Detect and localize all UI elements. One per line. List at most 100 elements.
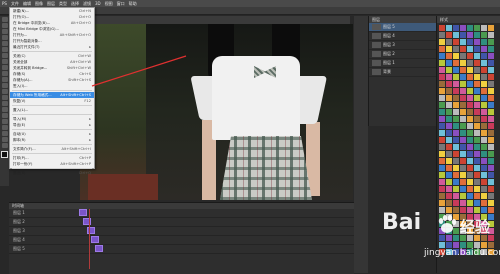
- style-swatch[interactable]: [453, 39, 459, 45]
- style-swatch[interactable]: [488, 60, 494, 66]
- tool-icon[interactable]: [1, 83, 8, 88]
- style-swatch[interactable]: [481, 151, 487, 157]
- layer-row[interactable]: 背景: [369, 68, 437, 77]
- menubar-item[interactable]: 帮助: [127, 0, 139, 7]
- layer-row[interactable]: 图层 3: [369, 41, 437, 50]
- style-swatch[interactable]: [446, 123, 452, 129]
- tool-icon[interactable]: [1, 95, 8, 100]
- tool-icon[interactable]: [1, 125, 8, 130]
- style-swatch[interactable]: [460, 130, 466, 136]
- style-swatch[interactable]: [453, 67, 459, 73]
- tool-icon[interactable]: [1, 35, 8, 40]
- style-swatch[interactable]: [488, 130, 494, 136]
- tool-icon[interactable]: [1, 47, 8, 52]
- style-swatch[interactable]: [488, 165, 494, 171]
- style-swatch[interactable]: [481, 32, 487, 38]
- style-swatch[interactable]: [460, 95, 466, 101]
- style-swatch[interactable]: [453, 144, 459, 150]
- menu-item[interactable]: 签入(I)...: [10, 83, 94, 89]
- menu-item[interactable]: 置入(L)...: [10, 107, 94, 113]
- style-swatch[interactable]: [460, 60, 466, 66]
- tool-icon[interactable]: [1, 77, 8, 82]
- style-swatch[interactable]: [439, 109, 445, 115]
- style-swatch[interactable]: [488, 200, 494, 206]
- style-swatch[interactable]: [481, 137, 487, 143]
- style-swatch[interactable]: [439, 25, 445, 31]
- style-swatch[interactable]: [446, 67, 452, 73]
- style-swatch[interactable]: [488, 102, 494, 108]
- style-swatch[interactable]: [467, 53, 473, 59]
- tool-icon[interactable]: [1, 41, 8, 46]
- style-swatch[interactable]: [467, 67, 473, 73]
- style-swatch[interactable]: [467, 179, 473, 185]
- style-swatch[interactable]: [488, 144, 494, 150]
- style-swatch[interactable]: [467, 193, 473, 199]
- style-swatch[interactable]: [481, 165, 487, 171]
- style-swatch[interactable]: [481, 200, 487, 206]
- menubar-item[interactable]: 图层: [45, 0, 57, 7]
- style-swatch[interactable]: [467, 109, 473, 115]
- style-swatch[interactable]: [467, 116, 473, 122]
- style-swatch[interactable]: [481, 25, 487, 31]
- style-swatch[interactable]: [467, 25, 473, 31]
- tool-icon[interactable]: [1, 29, 8, 34]
- style-swatch[interactable]: [460, 53, 466, 59]
- tool-icon[interactable]: [1, 53, 8, 58]
- menubar-item[interactable]: 3D: [93, 0, 103, 7]
- style-swatch[interactable]: [439, 39, 445, 45]
- style-swatch[interactable]: [446, 53, 452, 59]
- style-swatch[interactable]: [467, 158, 473, 164]
- style-swatch[interactable]: [453, 158, 459, 164]
- style-swatch[interactable]: [467, 186, 473, 192]
- style-swatch[interactable]: [474, 130, 480, 136]
- style-swatch[interactable]: [474, 151, 480, 157]
- style-swatch[interactable]: [453, 53, 459, 59]
- style-swatch[interactable]: [453, 88, 459, 94]
- style-swatch[interactable]: [453, 179, 459, 185]
- style-swatch[interactable]: [488, 81, 494, 87]
- style-swatch[interactable]: [460, 116, 466, 122]
- style-swatch[interactable]: [439, 165, 445, 171]
- style-swatch[interactable]: [446, 137, 452, 143]
- style-swatch[interactable]: [467, 81, 473, 87]
- style-swatch[interactable]: [460, 158, 466, 164]
- layer-row[interactable]: 图层 2: [369, 50, 437, 59]
- style-swatch[interactable]: [439, 74, 445, 80]
- style-swatch[interactable]: [446, 179, 452, 185]
- style-swatch[interactable]: [488, 158, 494, 164]
- style-swatch[interactable]: [439, 46, 445, 52]
- style-swatch[interactable]: [439, 88, 445, 94]
- style-swatch[interactable]: [460, 144, 466, 150]
- style-swatch[interactable]: [481, 130, 487, 136]
- style-swatch[interactable]: [453, 95, 459, 101]
- style-swatch[interactable]: [439, 144, 445, 150]
- style-swatch[interactable]: [481, 53, 487, 59]
- style-swatch[interactable]: [460, 25, 466, 31]
- style-swatch[interactable]: [446, 95, 452, 101]
- style-swatch[interactable]: [453, 137, 459, 143]
- style-swatch[interactable]: [488, 46, 494, 52]
- style-swatch[interactable]: [481, 95, 487, 101]
- style-swatch[interactable]: [453, 46, 459, 52]
- style-swatch[interactable]: [481, 102, 487, 108]
- style-swatch[interactable]: [467, 46, 473, 52]
- style-swatch[interactable]: [460, 193, 466, 199]
- style-swatch[interactable]: [488, 193, 494, 199]
- tool-icon[interactable]: [1, 131, 8, 136]
- style-swatch[interactable]: [439, 130, 445, 136]
- style-swatch[interactable]: [460, 39, 466, 45]
- style-swatch[interactable]: [439, 60, 445, 66]
- menu-item[interactable]: 文件简介(F)... Alt+Shift+Ctrl+I: [10, 146, 94, 152]
- style-swatch[interactable]: [446, 81, 452, 87]
- style-swatch[interactable]: [474, 137, 480, 143]
- style-swatch[interactable]: [481, 158, 487, 164]
- style-swatch[interactable]: [460, 102, 466, 108]
- timeline-clip[interactable]: [91, 236, 99, 243]
- tool-icon[interactable]: [1, 143, 8, 148]
- style-swatch[interactable]: [488, 74, 494, 80]
- style-swatch[interactable]: [467, 123, 473, 129]
- timeline-clip[interactable]: [95, 245, 103, 252]
- style-swatch[interactable]: [488, 109, 494, 115]
- style-swatch[interactable]: [446, 193, 452, 199]
- style-swatch[interactable]: [453, 200, 459, 206]
